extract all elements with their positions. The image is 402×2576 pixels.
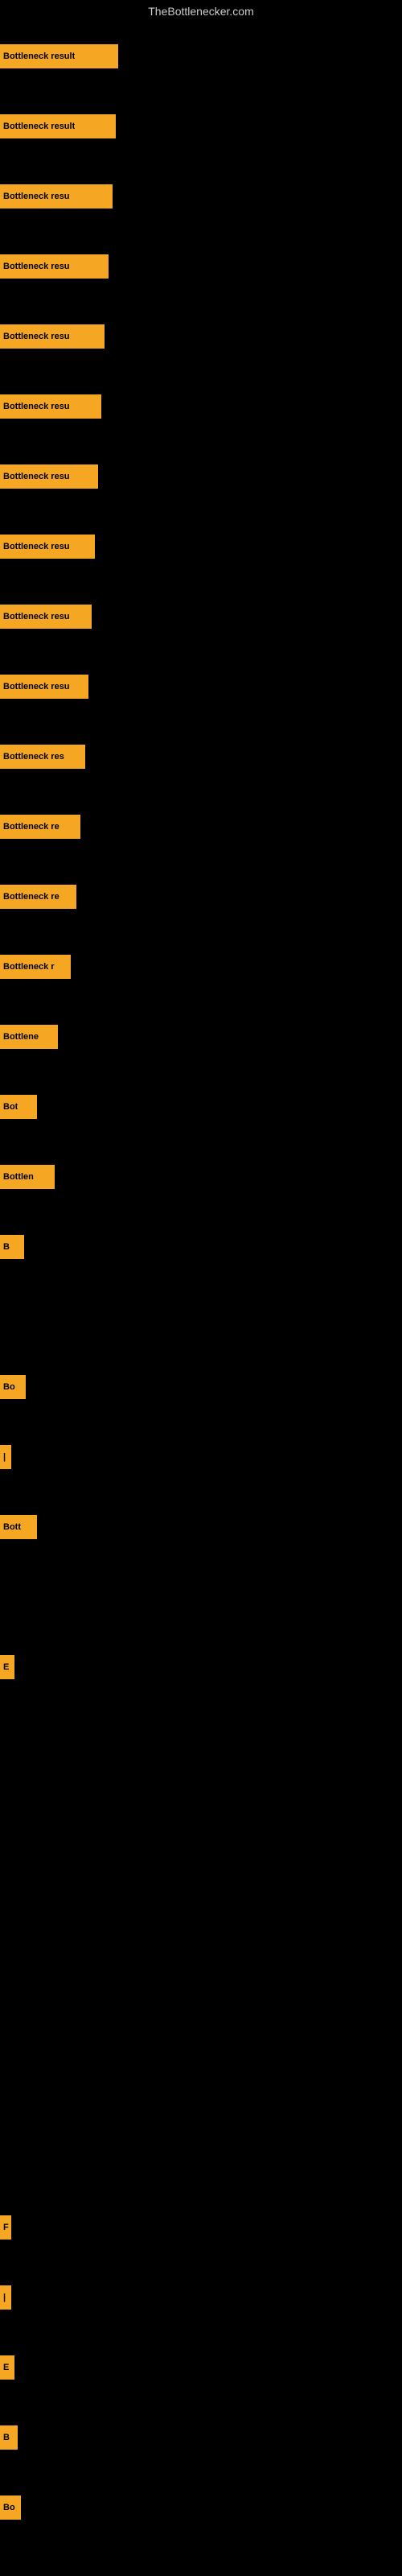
bottleneck-bar-17: Bottlen (0, 1165, 55, 1189)
bottleneck-label-24: E (3, 1662, 9, 1672)
bottleneck-label-14: Bottleneck r (3, 962, 55, 972)
bottleneck-bar-20: Bo (0, 1375, 26, 1399)
bottleneck-label-35: B (3, 2433, 10, 2442)
bottleneck-bar-15: Bottlene (0, 1025, 58, 1049)
bottleneck-label-11: Bottleneck res (3, 752, 64, 762)
bottleneck-label-17: Bottlen (3, 1172, 34, 1182)
bottleneck-label-4: Bottleneck resu (3, 262, 70, 271)
bottleneck-label-15: Bottlene (3, 1032, 39, 1042)
bottleneck-bar-10: Bottleneck resu (0, 675, 88, 699)
bottleneck-bar-22: Bott (0, 1515, 37, 1539)
bottleneck-bar-8: Bottleneck resu (0, 535, 95, 559)
bottleneck-label-8: Bottleneck resu (3, 542, 70, 551)
bottleneck-bar-9: Bottleneck resu (0, 605, 92, 629)
bottleneck-label-2: Bottleneck result (3, 122, 75, 131)
bottleneck-bar-6: Bottleneck resu (0, 394, 101, 419)
bottleneck-label-22: Bott (3, 1522, 21, 1532)
bottleneck-label-3: Bottleneck resu (3, 192, 70, 201)
bottleneck-bar-18: B (0, 1235, 24, 1259)
site-title: TheBottlenecker.com (0, 0, 402, 23)
bottleneck-bar-11: Bottleneck res (0, 745, 85, 769)
bottleneck-label-21: | (3, 1452, 6, 1462)
bottleneck-label-5: Bottleneck resu (3, 332, 70, 341)
bottleneck-label-33: | (3, 2293, 6, 2302)
bottleneck-bar-33: | (0, 2285, 11, 2310)
bottleneck-label-1: Bottleneck result (3, 52, 75, 61)
bottleneck-bar-2: Bottleneck result (0, 114, 116, 138)
bottleneck-bar-4: Bottleneck resu (0, 254, 109, 279)
bottleneck-bar-21: | (0, 1445, 11, 1469)
bottleneck-label-7: Bottleneck resu (3, 472, 70, 481)
bottleneck-bar-7: Bottleneck resu (0, 464, 98, 489)
bottleneck-label-10: Bottleneck resu (3, 682, 70, 691)
bottleneck-label-18: B (3, 1242, 10, 1252)
bottleneck-bar-34: E (0, 2355, 14, 2380)
bottleneck-bar-5: Bottleneck resu (0, 324, 105, 349)
bottleneck-label-36: Bo (3, 2503, 15, 2512)
bottleneck-label-9: Bottleneck resu (3, 612, 70, 621)
bottleneck-bar-14: Bottleneck r (0, 955, 71, 979)
bottleneck-bar-35: B (0, 2425, 18, 2450)
bottleneck-label-16: Bot (3, 1102, 18, 1112)
bottleneck-label-13: Bottleneck re (3, 892, 59, 902)
bottleneck-bar-32: F (0, 2215, 11, 2240)
bottleneck-label-6: Bottleneck resu (3, 402, 70, 411)
bottleneck-label-20: Bo (3, 1382, 15, 1392)
bottleneck-bar-1: Bottleneck result (0, 44, 118, 68)
bottleneck-label-34: E (3, 2363, 9, 2372)
bottleneck-bar-12: Bottleneck re (0, 815, 80, 839)
bottleneck-bar-3: Bottleneck resu (0, 184, 113, 208)
bottleneck-label-32: F (3, 2223, 9, 2232)
bottleneck-bar-24: E (0, 1655, 14, 1679)
bottleneck-label-12: Bottleneck re (3, 822, 59, 832)
bottleneck-bar-13: Bottleneck re (0, 885, 76, 909)
bottleneck-bar-36: Bo (0, 2496, 21, 2520)
bottleneck-bar-16: Bot (0, 1095, 37, 1119)
